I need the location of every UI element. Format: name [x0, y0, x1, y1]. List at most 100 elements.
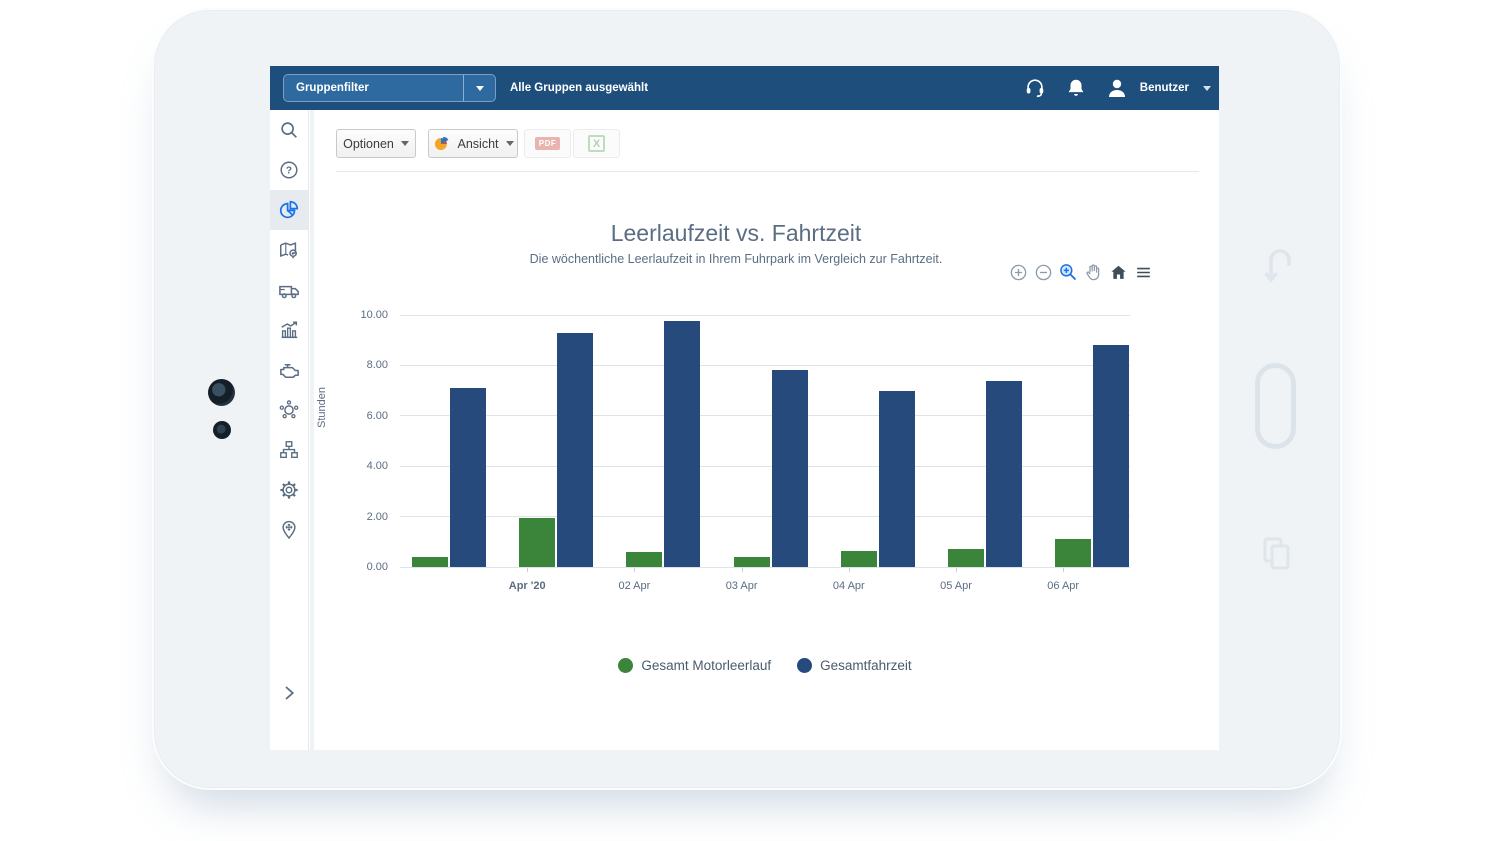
camera-lens-small-icon: [213, 421, 231, 439]
sidebar-item-productivity[interactable]: [270, 310, 308, 350]
sidebar-item-sprocket[interactable]: [270, 390, 308, 430]
x-tick-label: 02 Apr: [618, 580, 650, 592]
y-tick-label: 6.00: [367, 410, 388, 422]
legend-label: Gesamtfahrzeit: [820, 658, 912, 673]
y-tick-label: 0.00: [367, 561, 388, 573]
bar-gesamtfahrzeit-6[interactable]: [1093, 345, 1129, 567]
productivity-chart-icon: [278, 319, 300, 341]
map-pin-icon: [278, 239, 300, 261]
x-tick-label: 03 Apr: [726, 580, 758, 592]
bar-gesamtfahrzeit-0[interactable]: [450, 388, 486, 567]
x-tick-mark: [742, 568, 743, 572]
x-tick-mark: [527, 568, 528, 572]
y-tick-label: 4.00: [367, 460, 388, 472]
excel-icon: X: [588, 135, 605, 152]
x-tick-label: Apr '20: [509, 580, 546, 592]
home-icon[interactable]: [1108, 262, 1128, 282]
vehicle-truck-icon: [278, 279, 301, 302]
groups-selected-text: Alle Gruppen ausgewählt: [510, 66, 648, 110]
zoom-out-circle-icon[interactable]: [1033, 262, 1053, 282]
bar-gesamt-motorleerlauf-5[interactable]: [948, 549, 984, 567]
group-filter-label: Gruppenfilter: [284, 82, 463, 94]
chart-toolbar: [1008, 262, 1153, 282]
report-panel: Optionen Ansicht PDF X Leerlaufzeit vs. …: [314, 110, 1219, 750]
x-tick-mark: [634, 568, 635, 572]
sidebar-item-map[interactable]: [270, 230, 308, 270]
pie-chart-color-icon: [433, 135, 451, 153]
bar-gesamt-motorleerlauf-4[interactable]: [841, 551, 877, 567]
chart-subtitle: Die wöchentliche Leerlaufzeit in Ihrem F…: [436, 252, 1036, 266]
headset-icon[interactable]: [1019, 72, 1051, 104]
sidebar-item-settings[interactable]: [270, 470, 308, 510]
legend-item-gesamt-motorleerlauf[interactable]: Gesamt Motorleerlauf: [618, 658, 771, 673]
legend-item-gesamtfahrzeit[interactable]: Gesamtfahrzeit: [797, 658, 912, 673]
sidebar-item-zones[interactable]: [270, 510, 308, 550]
group-filter-dropdown-arrow[interactable]: [463, 75, 495, 101]
user-icon[interactable]: [1101, 72, 1133, 104]
bar-gesamtfahrzeit-4[interactable]: [879, 391, 915, 567]
bar-gesamtfahrzeit-5[interactable]: [986, 381, 1022, 567]
camera-lens-icon: [208, 379, 235, 406]
sidebar-item-help[interactable]: ?: [270, 150, 308, 190]
search-icon: [278, 119, 300, 141]
chevron-down-icon: [506, 141, 514, 146]
legend-dot-icon: [618, 658, 633, 673]
chevron-down-icon: [476, 86, 484, 91]
help-icon: ?: [278, 159, 300, 181]
toolbar-divider: [336, 171, 1199, 172]
x-tick-label: 06 Apr: [1047, 580, 1079, 592]
reports-pie-icon: [278, 199, 300, 221]
user-menu-label[interactable]: Benutzer: [1140, 82, 1189, 94]
export-pdf-button[interactable]: PDF: [524, 129, 571, 158]
gridline: [400, 365, 1130, 366]
legend-label: Gesamt Motorleerlauf: [641, 658, 771, 673]
legend-dot-icon: [797, 658, 812, 673]
bar-gesamt-motorleerlauf-1[interactable]: [519, 518, 555, 567]
x-tick-mark: [849, 568, 850, 572]
x-tick-label: 05 Apr: [940, 580, 972, 592]
bar-gesamtfahrzeit-2[interactable]: [664, 321, 700, 567]
app-screen: Gruppenfilter Alle Gruppen ausgewählt Be…: [270, 66, 1219, 750]
y-axis-label: Stunden: [316, 387, 328, 428]
bar-gesamtfahrzeit-3[interactable]: [772, 370, 808, 567]
bar-gesamt-motorleerlauf-6[interactable]: [1055, 539, 1091, 567]
pan-hand-icon[interactable]: [1083, 262, 1103, 282]
options-button[interactable]: Optionen: [336, 129, 416, 158]
sidebar-nav: ?: [270, 110, 309, 750]
zoom-in-circle-icon[interactable]: [1008, 262, 1028, 282]
sidebar-item-reports[interactable]: [270, 190, 308, 230]
y-tick-label: 10.00: [360, 309, 388, 321]
group-filter-button[interactable]: Gruppenfilter: [283, 74, 496, 102]
sidebar-item-engine[interactable]: [270, 350, 308, 390]
view-button[interactable]: Ansicht: [428, 129, 518, 158]
settings-gear-icon: [278, 479, 300, 501]
copy-icon: [1261, 536, 1293, 572]
view-button-label: Ansicht: [458, 137, 499, 151]
bar-gesamtfahrzeit-1[interactable]: [557, 333, 593, 567]
x-tick-mark: [956, 568, 957, 572]
svg-text:?: ?: [286, 166, 292, 177]
bar-gesamt-motorleerlauf-3[interactable]: [734, 557, 770, 567]
sidebar-item-vehicles[interactable]: [270, 270, 308, 310]
export-excel-button[interactable]: X: [573, 129, 620, 158]
sidebar-item-search[interactable]: [270, 110, 308, 150]
bar-gesamt-motorleerlauf-0[interactable]: [412, 557, 448, 567]
gridline: [400, 315, 1130, 316]
chart-legend: Gesamt Motorleerlauf Gesamtfahrzeit: [400, 658, 1130, 673]
zones-pin-icon: [278, 519, 300, 541]
sidebar-item-groups[interactable]: [270, 430, 308, 470]
top-navigation-bar: Gruppenfilter Alle Gruppen ausgewählt Be…: [270, 66, 1219, 110]
x-tick-label: 04 Apr: [833, 580, 865, 592]
bar-gesamt-motorleerlauf-2[interactable]: [626, 552, 662, 567]
y-tick-label: 2.00: [367, 511, 388, 523]
chevron-right-icon: [280, 684, 298, 702]
sidebar-expand-button[interactable]: [270, 676, 308, 710]
chevron-down-icon: [401, 141, 409, 146]
options-button-label: Optionen: [343, 137, 394, 151]
magnifier-zoom-icon[interactable]: [1058, 262, 1078, 282]
chart-title: Leerlaufzeit vs. Fahrtzeit: [436, 220, 1036, 247]
bell-icon[interactable]: [1060, 72, 1092, 104]
org-tree-icon: [278, 439, 300, 461]
pdf-icon: PDF: [535, 137, 561, 150]
menu-icon[interactable]: [1133, 262, 1153, 282]
